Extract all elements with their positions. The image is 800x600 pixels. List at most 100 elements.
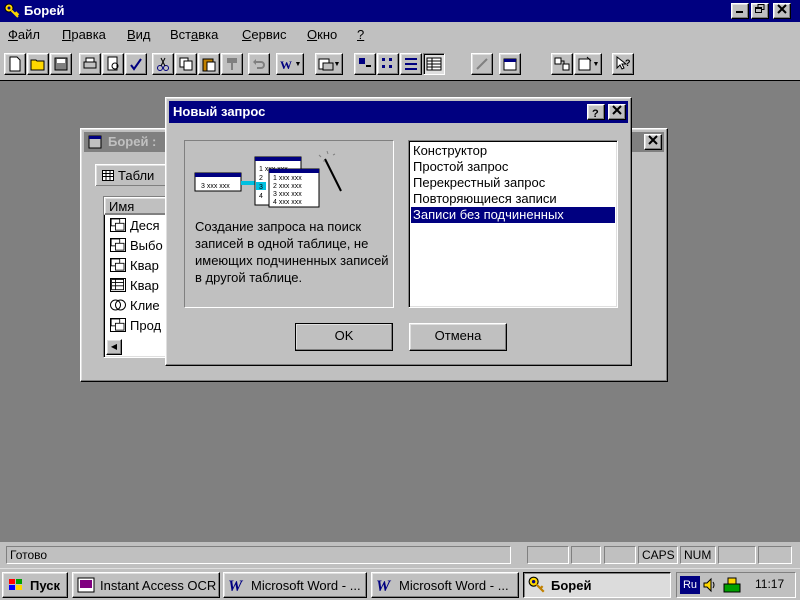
print-button[interactable] xyxy=(79,53,101,75)
task-borey[interactable]: Борей xyxy=(523,572,671,598)
list-item-find-duplicates[interactable]: Повторяющиеся записи xyxy=(411,191,615,207)
build-button[interactable] xyxy=(471,53,493,75)
wizard-description: Создание запроса на поиск записей в одно… xyxy=(195,219,389,285)
task-word-1[interactable]: W Microsoft Word - ... xyxy=(223,572,367,598)
volume-icon[interactable] xyxy=(702,577,718,593)
chevron-down-icon: ▼ xyxy=(294,60,302,68)
status-caps: CAPS xyxy=(638,546,678,564)
list-item-constructor[interactable]: Конструктор xyxy=(411,143,615,159)
whats-this-button[interactable]: ? xyxy=(612,53,634,75)
status-panel-6 xyxy=(718,546,756,564)
large-icons-button[interactable] xyxy=(354,53,376,75)
help-pointer-icon: ? xyxy=(616,56,631,70)
menu-view[interactable]: Вид xyxy=(127,27,151,42)
illustration-front-row-4: 4 xxx xxx xyxy=(273,199,302,206)
list-item-crosstab-query[interactable]: Перекрестный запрос xyxy=(411,175,615,191)
build-wand-icon xyxy=(476,58,488,70)
query-wizard-illustration: 3 xxx xxx 1 xxx xxx 2 3 4 1 xxx xxx 2 xx… xyxy=(194,150,342,208)
dialog-help-button[interactable]: ? xyxy=(587,104,605,120)
menu-bar: Файл Правка Вид Вставка Сервис Окно ? xyxy=(0,24,800,46)
list-item-find-unmatched[interactable]: Записи без подчиненных xyxy=(411,207,615,223)
print-preview-button[interactable] xyxy=(102,53,124,75)
join-query-icon xyxy=(110,299,126,311)
menu-file[interactable]: Файл xyxy=(8,27,40,42)
tab-tables[interactable]: Табли xyxy=(95,164,175,186)
menu-help[interactable]: ? xyxy=(357,27,364,42)
minimize-button[interactable] xyxy=(731,3,749,19)
word-app-icon: W xyxy=(376,578,392,594)
new-object-button[interactable]: ▼ xyxy=(574,53,602,75)
analyze-button[interactable]: ▼ xyxy=(315,53,343,75)
list-item-label: Клие xyxy=(130,297,160,313)
scroll-left-icon: ◀ xyxy=(110,342,118,351)
chevron-down-icon: ▼ xyxy=(592,60,600,68)
copy-button[interactable] xyxy=(175,53,197,75)
dialog-close-button[interactable] xyxy=(608,104,626,120)
close-icon xyxy=(612,105,622,115)
query-icon xyxy=(110,218,126,232)
task-label: Борей xyxy=(551,577,592,593)
office-links-button[interactable]: W ▼ xyxy=(276,53,304,75)
close-icon xyxy=(648,135,658,145)
cancel-button[interactable]: Отмена xyxy=(409,323,507,351)
clock[interactable]: 11:17 xyxy=(755,577,784,591)
format-painter-button[interactable] xyxy=(221,53,243,75)
save-button[interactable] xyxy=(50,53,72,75)
table-icon xyxy=(102,170,114,181)
ok-button[interactable]: OK xyxy=(295,323,393,351)
toolbar: W ▼ ▼ ▼ ? xyxy=(0,50,800,78)
status-num: NUM xyxy=(680,546,716,564)
large-icons-icon xyxy=(359,58,371,67)
print-preview-icon xyxy=(107,56,119,71)
query-type-list[interactable]: Конструктор Простой запрос Перекрестный … xyxy=(408,140,618,308)
scroll-left-button[interactable]: ◀ xyxy=(106,339,122,355)
menu-insert[interactable]: Вставка xyxy=(170,27,218,42)
menu-edit[interactable]: Правка xyxy=(62,27,106,42)
details-view-button[interactable] xyxy=(423,53,445,75)
task-instant-access-ocr[interactable]: Instant Access OCR xyxy=(72,572,220,598)
system-tray: Ru 11:17 xyxy=(676,572,796,598)
spelling-button[interactable] xyxy=(125,53,147,75)
description-panel: 3 xxx xxx 1 xxx xxx 2 3 4 1 xxx xxx 2 xx… xyxy=(184,140,394,308)
task-word-2[interactable]: W Microsoft Word - ... xyxy=(371,572,519,598)
cut-button[interactable] xyxy=(152,53,174,75)
status-bar: Готово CAPS NUM xyxy=(0,543,800,568)
start-label: Пуск xyxy=(30,577,60,593)
restore-button[interactable] xyxy=(751,3,769,19)
menu-window[interactable]: Окно xyxy=(307,27,337,42)
open-folder-icon xyxy=(30,59,45,71)
language-indicator[interactable]: Ru xyxy=(680,576,700,594)
restore-icon xyxy=(755,4,765,13)
small-icons-button[interactable] xyxy=(377,53,399,75)
details-view-icon xyxy=(426,57,442,71)
scheduler-icon[interactable] xyxy=(722,576,742,594)
open-button[interactable] xyxy=(27,53,49,75)
properties-button[interactable] xyxy=(499,53,521,75)
paste-button[interactable] xyxy=(198,53,220,75)
illustration-front-row-2: 2 xxx xxx xyxy=(273,183,302,190)
list-view-button[interactable] xyxy=(400,53,422,75)
database-icon xyxy=(88,135,102,149)
relationships-button[interactable] xyxy=(551,53,573,75)
table-icon xyxy=(110,278,126,292)
start-button[interactable]: Пуск xyxy=(2,572,68,598)
dialog-title-bar[interactable]: Новый запрос ? xyxy=(169,101,628,123)
tab-tables-label: Табли xyxy=(118,168,155,183)
menu-tools[interactable]: Сервис xyxy=(242,27,287,42)
database-window-close-button[interactable] xyxy=(644,134,662,150)
list-item-simple-query[interactable]: Простой запрос xyxy=(411,159,615,175)
new-object-icon xyxy=(578,56,591,71)
new-button[interactable] xyxy=(4,53,26,75)
undo-button[interactable] xyxy=(248,53,270,75)
close-button[interactable] xyxy=(773,3,791,19)
status-panel-7 xyxy=(758,546,792,564)
close-icon xyxy=(777,4,787,14)
new-query-dialog[interactable]: Новый запрос ? 3 xxx xxx 1 xxx xxx 2 3 4… xyxy=(165,97,632,366)
minimize-icon xyxy=(736,11,743,13)
list-item-label: Деся xyxy=(130,217,160,233)
properties-icon xyxy=(503,58,517,71)
analyze-icon xyxy=(318,58,334,71)
key-icon xyxy=(4,3,20,18)
app-title-bar[interactable]: Борей xyxy=(0,0,800,22)
svg-text:W: W xyxy=(280,58,292,72)
